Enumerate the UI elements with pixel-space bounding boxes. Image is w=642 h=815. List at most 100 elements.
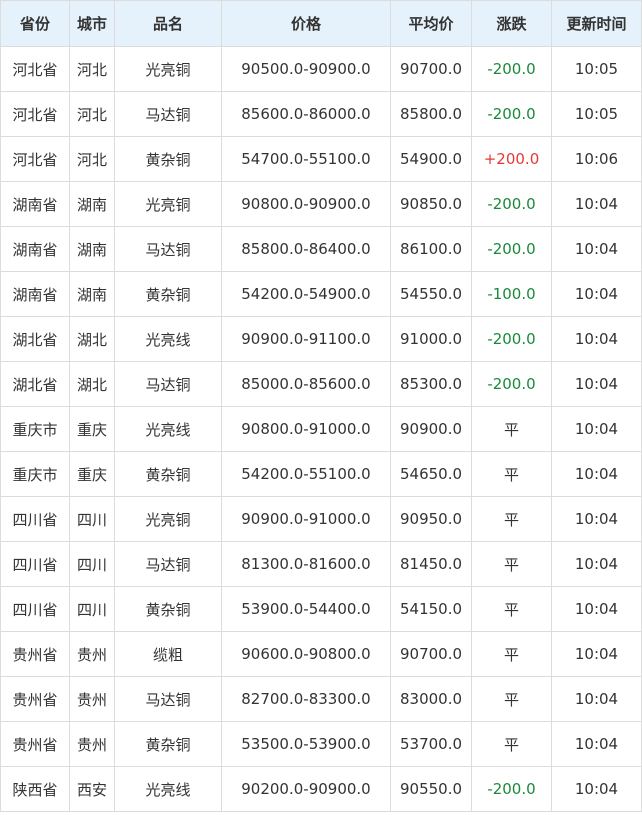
cell-price: 54200.0-54900.0 bbox=[221, 271, 391, 317]
table-row: 河北省 河北 马达铜 85600.0-86000.0 85800.0 -200.0 10:0… bbox=[0, 91, 642, 137]
cell-average-price: 85800.0 bbox=[390, 91, 472, 137]
cell-update-time: 10:04 bbox=[551, 631, 642, 677]
header-row: 省份 城市 品名 价格 平均价 涨跌 更新时间 bbox=[0, 0, 642, 47]
cell-province: 河北省 bbox=[0, 46, 70, 92]
cell-average-price: 54150.0 bbox=[390, 586, 472, 632]
cell-average-price: 90900.0 bbox=[390, 406, 472, 452]
header-province: 省份 bbox=[0, 0, 70, 47]
cell-city: 河北 bbox=[69, 136, 115, 182]
table-row: 贵州省 贵州 黄杂铜 53500.0-53900.0 53700.0 平 10:04 bbox=[0, 721, 642, 767]
cell-price: 54200.0-55100.0 bbox=[221, 451, 391, 497]
cell-province: 湖南省 bbox=[0, 226, 70, 272]
cell-province: 河北省 bbox=[0, 91, 70, 137]
table-row: 四川省 四川 马达铜 81300.0-81600.0 81450.0 平 10:04 bbox=[0, 541, 642, 587]
cell-city: 贵州 bbox=[69, 631, 115, 677]
cell-update-time: 10:04 bbox=[551, 496, 642, 542]
cell-price: 90600.0-90800.0 bbox=[221, 631, 391, 677]
cell-city: 湖北 bbox=[69, 316, 115, 362]
table-header: 省份 城市 品名 价格 平均价 涨跌 更新时间 bbox=[0, 0, 642, 47]
cell-city: 河北 bbox=[69, 91, 115, 137]
cell-price: 53500.0-53900.0 bbox=[221, 721, 391, 767]
cell-change: -200.0 bbox=[471, 766, 552, 812]
cell-price: 85000.0-85600.0 bbox=[221, 361, 391, 407]
cell-province: 重庆市 bbox=[0, 406, 70, 452]
cell-average-price: 86100.0 bbox=[390, 226, 472, 272]
cell-average-price: 81450.0 bbox=[390, 541, 472, 587]
cell-price: 90800.0-90900.0 bbox=[221, 181, 391, 227]
cell-price: 85800.0-86400.0 bbox=[221, 226, 391, 272]
header-price: 价格 bbox=[221, 0, 391, 47]
cell-price: 90200.0-90900.0 bbox=[221, 766, 391, 812]
cell-change: 平 bbox=[471, 586, 552, 632]
cell-product: 光亮线 bbox=[114, 406, 222, 452]
cell-average-price: 90950.0 bbox=[390, 496, 472, 542]
table-row: 湖南省 湖南 马达铜 85800.0-86400.0 86100.0 -200.0 10:0… bbox=[0, 226, 642, 272]
cell-update-time: 10:04 bbox=[551, 271, 642, 317]
cell-product: 马达铜 bbox=[114, 541, 222, 587]
cell-province: 湖北省 bbox=[0, 361, 70, 407]
cell-update-time: 10:04 bbox=[551, 676, 642, 722]
header-city: 城市 bbox=[69, 0, 115, 47]
cell-province: 贵州省 bbox=[0, 721, 70, 767]
table-row: 湖北省 湖北 光亮线 90900.0-91100.0 91000.0 -200.0 10:0… bbox=[0, 316, 642, 362]
cell-change: -200.0 bbox=[471, 316, 552, 362]
cell-change: -100.0 bbox=[471, 271, 552, 317]
cell-city: 贵州 bbox=[69, 676, 115, 722]
cell-product: 黄杂铜 bbox=[114, 136, 222, 182]
cell-average-price: 54650.0 bbox=[390, 451, 472, 497]
cell-update-time: 10:04 bbox=[551, 451, 642, 497]
cell-price: 53900.0-54400.0 bbox=[221, 586, 391, 632]
cell-city: 河北 bbox=[69, 46, 115, 92]
cell-price: 90900.0-91100.0 bbox=[221, 316, 391, 362]
cell-change: -200.0 bbox=[471, 361, 552, 407]
cell-update-time: 10:06 bbox=[551, 136, 642, 182]
cell-product: 马达铜 bbox=[114, 91, 222, 137]
cell-update-time: 10:04 bbox=[551, 406, 642, 452]
cell-change: 平 bbox=[471, 541, 552, 587]
cell-update-time: 10:04 bbox=[551, 541, 642, 587]
table-row: 贵州省 贵州 马达铜 82700.0-83300.0 83000.0 平 10:04 bbox=[0, 676, 642, 722]
cell-city: 四川 bbox=[69, 586, 115, 632]
cell-city: 四川 bbox=[69, 496, 115, 542]
cell-average-price: 90850.0 bbox=[390, 181, 472, 227]
cell-price: 82700.0-83300.0 bbox=[221, 676, 391, 722]
table-row: 湖北省 湖北 马达铜 85000.0-85600.0 85300.0 -200.0 10:0… bbox=[0, 361, 642, 407]
table-row: 重庆市 重庆 光亮线 90800.0-91000.0 90900.0 平 10:04 bbox=[0, 406, 642, 452]
cell-update-time: 10:05 bbox=[551, 91, 642, 137]
copper-price-table: 省份 城市 品名 价格 平均价 涨跌 更新时间 河北省 河北 光亮铜 90500.0-… bbox=[0, 0, 642, 812]
cell-product: 马达铜 bbox=[114, 361, 222, 407]
cell-change: 平 bbox=[471, 496, 552, 542]
cell-average-price: 85300.0 bbox=[390, 361, 472, 407]
table-row: 河北省 河北 黄杂铜 54700.0-55100.0 54900.0 +200.0 10:0… bbox=[0, 136, 642, 182]
cell-province: 四川省 bbox=[0, 586, 70, 632]
cell-product: 马达铜 bbox=[114, 676, 222, 722]
table-row: 河北省 河北 光亮铜 90500.0-90900.0 90700.0 -200.0 10:0… bbox=[0, 46, 642, 92]
cell-average-price: 90550.0 bbox=[390, 766, 472, 812]
cell-update-time: 10:04 bbox=[551, 766, 642, 812]
header-product: 品名 bbox=[114, 0, 222, 47]
cell-product: 黄杂铜 bbox=[114, 586, 222, 632]
cell-change: -200.0 bbox=[471, 91, 552, 137]
cell-product: 黄杂铜 bbox=[114, 721, 222, 767]
cell-city: 重庆 bbox=[69, 451, 115, 497]
cell-price: 90500.0-90900.0 bbox=[221, 46, 391, 92]
cell-price: 90800.0-91000.0 bbox=[221, 406, 391, 452]
cell-update-time: 10:04 bbox=[551, 721, 642, 767]
cell-average-price: 90700.0 bbox=[390, 631, 472, 677]
table-row: 重庆市 重庆 黄杂铜 54200.0-55100.0 54650.0 平 10:04 bbox=[0, 451, 642, 497]
header-change: 涨跌 bbox=[471, 0, 552, 47]
cell-province: 四川省 bbox=[0, 496, 70, 542]
cell-change: -200.0 bbox=[471, 181, 552, 227]
cell-city: 重庆 bbox=[69, 406, 115, 452]
header-average-price: 平均价 bbox=[390, 0, 472, 47]
cell-province: 陕西省 bbox=[0, 766, 70, 812]
cell-product: 光亮铜 bbox=[114, 181, 222, 227]
cell-product: 缆粗 bbox=[114, 631, 222, 677]
cell-update-time: 10:04 bbox=[551, 226, 642, 272]
cell-product: 马达铜 bbox=[114, 226, 222, 272]
cell-average-price: 83000.0 bbox=[390, 676, 472, 722]
cell-change: +200.0 bbox=[471, 136, 552, 182]
cell-city: 湖南 bbox=[69, 271, 115, 317]
cell-product: 光亮铜 bbox=[114, 46, 222, 92]
cell-price: 81300.0-81600.0 bbox=[221, 541, 391, 587]
